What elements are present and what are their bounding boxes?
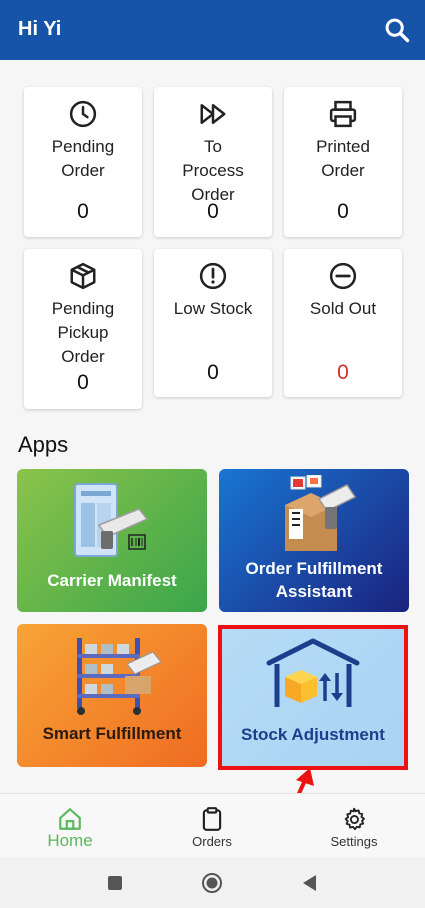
card-pending-pickup-order[interactable]: Pending Pickup Order 0	[24, 249, 142, 409]
card-label: Printed Order	[316, 137, 370, 180]
nav-label: Orders	[192, 834, 232, 849]
app-bar: Hi Yi	[0, 0, 425, 60]
clipboard-icon	[202, 807, 222, 831]
card-to-process-order[interactable]: To Process Order 0	[154, 87, 272, 237]
alert-circle-icon	[199, 262, 227, 290]
card-printed-order[interactable]: Printed Order 0	[284, 87, 402, 237]
gear-icon	[344, 807, 365, 831]
bottom-navigation: Home Orders Settings	[0, 793, 425, 857]
clock-icon	[69, 100, 97, 128]
app-tile-label: Smart Fulfillment	[42, 724, 182, 743]
home-button-icon[interactable]	[201, 872, 223, 894]
package-icon	[70, 262, 96, 290]
shelf-scanner-icon	[77, 638, 162, 715]
nav-home[interactable]: Home	[10, 794, 130, 858]
nav-label: Settings	[330, 834, 378, 849]
fast-forward-icon	[200, 104, 226, 124]
printer-icon	[329, 100, 357, 128]
card-label: Sold Out	[309, 299, 377, 318]
manifest-scanner-icon	[74, 483, 149, 557]
nav-label: Home	[47, 831, 93, 850]
card-sold-out[interactable]: Sold Out 0	[284, 249, 402, 397]
card-pending-order[interactable]: Pending Order 0	[24, 87, 142, 237]
card-value: 0	[207, 200, 219, 223]
card-label: Pending Order	[51, 137, 115, 180]
card-value: 0	[337, 200, 349, 223]
app-tile-label: Stock Adjustment	[241, 725, 385, 744]
nav-orders[interactable]: Orders	[152, 794, 272, 858]
apps-section-title: Apps	[18, 432, 69, 457]
minus-circle-icon	[329, 262, 357, 290]
back-button-icon[interactable]	[299, 872, 321, 894]
home-icon	[59, 808, 81, 830]
card-low-stock[interactable]: Low Stock 0	[154, 249, 272, 397]
app-tile-label: Order Fulfillment Assistant	[245, 559, 383, 601]
card-value: 0	[337, 361, 349, 384]
warehouse-adjust-icon	[266, 638, 360, 707]
app-tile-order-fulfillment-assistant[interactable]: Order Fulfillment Assistant	[219, 469, 409, 612]
app-tile-label: Carrier Manifest	[47, 571, 177, 590]
card-value: 0	[207, 361, 219, 384]
card-value: 0	[77, 200, 89, 223]
app-tile-carrier-manifest[interactable]: Carrier Manifest	[17, 469, 207, 612]
app-tile-smart-fulfillment[interactable]: Smart Fulfillment	[17, 624, 207, 767]
greeting-title: Hi Yi	[18, 18, 62, 40]
search-icon[interactable]	[383, 16, 411, 44]
system-navigation-bar	[0, 857, 425, 908]
nav-settings[interactable]: Settings	[294, 794, 414, 858]
recent-apps-icon[interactable]	[104, 872, 126, 894]
card-label: Low Stock	[173, 299, 253, 318]
package-scanner-icon	[285, 475, 357, 551]
app-tile-stock-adjustment[interactable]: Stock Adjustment	[220, 627, 406, 767]
card-label: Pending Pickup Order	[51, 299, 115, 366]
card-label: To Process Order	[182, 137, 244, 204]
card-value: 0	[77, 371, 89, 394]
